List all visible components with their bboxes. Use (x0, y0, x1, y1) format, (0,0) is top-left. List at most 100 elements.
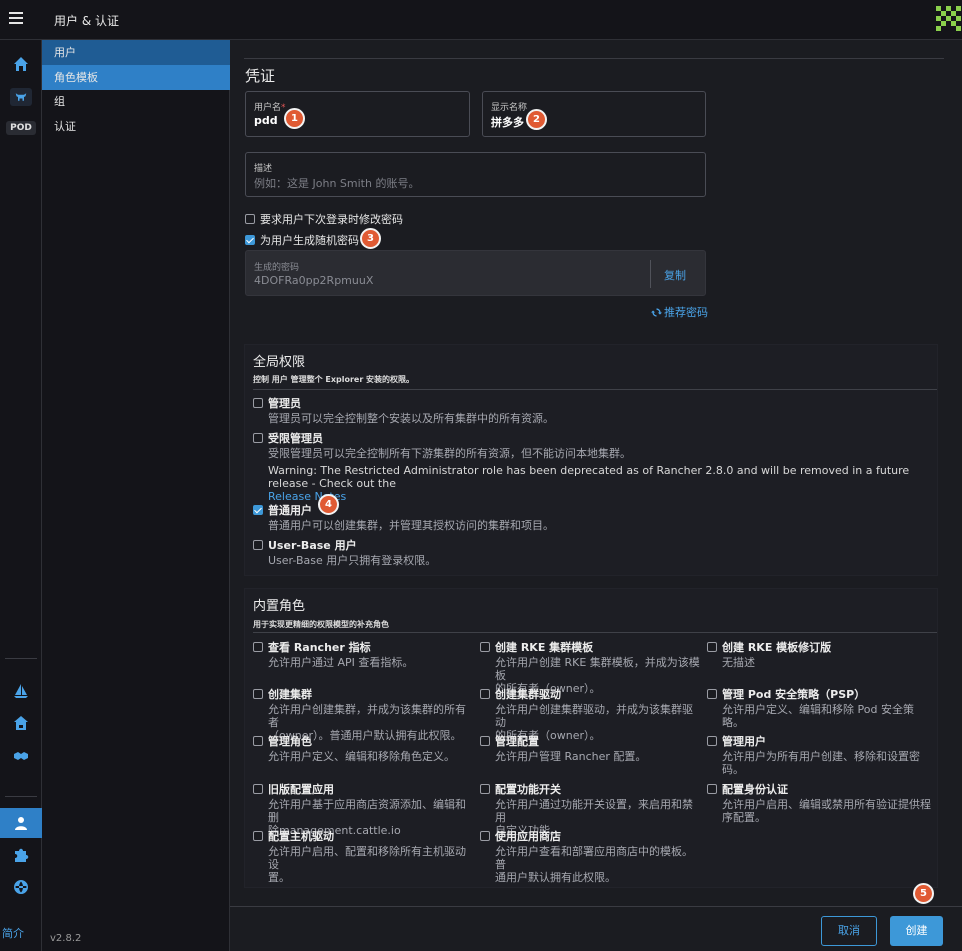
home-icon[interactable] (0, 51, 42, 77)
role-view-metrics[interactable]: 查看 Rancher 指标 允许用户通过 API 查看指标。 (253, 639, 473, 669)
role-manage-roles[interactable]: 管理角色 允许用户定义、编辑和移除角色定义。 (253, 733, 473, 763)
version-label: v2.8.2 (50, 933, 82, 944)
checkbox-box[interactable] (707, 642, 717, 652)
global-perm-user-base[interactable]: User-Base 用户 User-Base 用户只拥有登录权限。 (253, 537, 933, 567)
global-perm-standard-user[interactable]: 普通用户 普通用户可以创建集群，并管理其授权访问的集群和项目。 (253, 502, 933, 532)
checkbox-box[interactable] (480, 831, 490, 841)
divider (253, 389, 937, 390)
option-name: 普通用户 (268, 504, 312, 517)
extensions-puzzle-icon[interactable] (0, 842, 42, 868)
option-desc: 允许用户创建集群驱动，并成为该集群驱动 (495, 703, 693, 729)
checkbox-box[interactable] (480, 642, 490, 652)
option-name: 创建集群驱动 (495, 688, 561, 701)
option-desc: 允许用户通过功能开关设置，来启用和禁用 (495, 798, 693, 824)
checkbox-box[interactable] (707, 736, 717, 746)
subnav-item-role-templates[interactable]: 角色模板 (42, 65, 230, 90)
step-marker-3: 3 (360, 228, 381, 249)
global-settings-icon[interactable] (0, 874, 42, 900)
checkbox-box[interactable] (245, 235, 255, 245)
fleet-sailboat-icon[interactable] (0, 678, 42, 704)
rail-divider (5, 658, 37, 659)
option-name: 管理员 (268, 397, 301, 410)
role-manage-settings[interactable]: 管理配置 允许用户管理 Rancher 配置。 (480, 733, 700, 763)
option-desc: 无描述 (722, 656, 755, 669)
checkbox-box[interactable] (245, 214, 255, 224)
checkbox-box[interactable] (253, 642, 263, 652)
role-manage-psp[interactable]: 管理 Pod 安全策略（PSP） 允许用户定义、编辑和移除 Pod 安全策略。 (707, 686, 932, 729)
role-manage-users[interactable]: 管理用户 允许用户为所有用户创建、移除和设置密 码。 (707, 733, 932, 776)
pod-cluster-icon[interactable]: POD (0, 115, 42, 141)
virtualization-icon[interactable] (0, 743, 42, 769)
option-desc: 通用户默认拥有此权限。 (495, 871, 616, 884)
option-desc: 允许用户查看和部署应用商店中的模板。普 (495, 845, 693, 871)
create-button[interactable]: 创建 (890, 916, 943, 946)
option-desc: 允许用户基于应用商店资源添加、编辑和删 (268, 798, 466, 824)
checkbox-box[interactable] (253, 398, 263, 408)
option-desc: 允许用户启用、配置和移除所有主机驱动设 (268, 845, 466, 871)
about-link[interactable]: 简介 (2, 925, 24, 941)
checkbox-box[interactable] (707, 784, 717, 794)
step-marker-5: 5 (913, 883, 934, 904)
option-name: 管理配置 (495, 735, 539, 748)
display-name-value: 拼多多 (491, 116, 524, 129)
checkbox-box[interactable] (253, 689, 263, 699)
checkbox-label: 要求用户下次登录时修改密码 (260, 213, 403, 226)
checkbox-box[interactable] (253, 433, 263, 443)
option-desc: 允许用户启用、编辑或禁用所有验证提供程 (722, 798, 931, 811)
global-perm-restricted-admin[interactable]: 受限管理员 受限管理员可以完全控制所有下游集群的所有资源，但不能访问本地集群。 … (253, 430, 933, 503)
checkbox-box[interactable] (253, 736, 263, 746)
option-desc: 允许用户管理 Rancher 配置。 (495, 750, 647, 763)
option-desc: 允许用户通过 API 查看指标。 (268, 656, 414, 669)
subnav-item-groups[interactable]: 组 (42, 89, 230, 114)
option-desc: 允许用户为所有用户创建、移除和设置密 (722, 750, 920, 763)
option-name: User-Base 用户 (268, 539, 357, 552)
hamburger-menu-icon[interactable] (9, 12, 23, 24)
builtin-roles-panel: 内置角色 用于实现更精细的权限模型的补充角色 查看 Rancher 指标 允许用… (244, 588, 938, 888)
checkbox-box[interactable] (253, 831, 263, 841)
icon-rail: POD 简介 (0, 40, 42, 951)
checkbox-box[interactable] (480, 689, 490, 699)
checkbox-box[interactable] (253, 540, 263, 550)
rail-divider (5, 796, 37, 797)
role-configure-auth[interactable]: 配置身份认证 允许用户启用、编辑或禁用所有验证提供程 序配置。 (707, 781, 932, 824)
role-create-rke-template-revision[interactable]: 创建 RKE 模板修订版 无描述 (707, 639, 932, 669)
username-field[interactable]: 用户名* pdd (245, 91, 470, 137)
global-permissions-subtitle: 控制 用户 管理整个 Explorer 安装的权限。 (253, 375, 415, 384)
option-desc: 置。 (268, 871, 290, 884)
checkbox-box[interactable] (480, 736, 490, 746)
user-avatar[interactable] (936, 6, 962, 34)
regenerate-label: 推荐密码 (664, 306, 708, 319)
subnav-item-auth[interactable]: 认证 (42, 114, 230, 139)
divider (650, 260, 651, 288)
role-use-catalogs[interactable]: 使用应用商店 允许用户查看和部署应用商店中的模板。普 通用户默认拥有此权限。 (480, 828, 700, 884)
generated-password-box: 生成的密码 4DOFRa0pp2RpmuuX 复制 (245, 250, 706, 296)
cancel-button[interactable]: 取消 (821, 916, 877, 946)
display-name-field[interactable]: 显示名称 拼多多 (482, 91, 706, 137)
generate-password-checkbox[interactable]: 为用户生成随机密码 (245, 232, 359, 248)
sub-navigation: 用户 角色模板 组 认证 v2.8.2 (42, 40, 230, 951)
builtin-roles-subtitle: 用于实现更精细的权限模型的补充角色 (253, 620, 389, 629)
option-name: 创建 RKE 模板修订版 (722, 641, 832, 654)
role-node-drivers[interactable]: 配置主机驱动 允许用户启用、配置和移除所有主机驱动设 置。 (253, 828, 473, 884)
option-name: 创建 RKE 集群模板 (495, 641, 594, 654)
checkbox-label: 为用户生成随机密码 (260, 234, 359, 247)
users-auth-icon[interactable] (0, 808, 42, 838)
local-cluster-icon[interactable] (0, 84, 42, 110)
option-name: 配置身份认证 (722, 783, 788, 796)
checkbox-box[interactable] (253, 505, 263, 515)
regenerate-password-button[interactable]: 推荐密码 (651, 304, 708, 320)
checkbox-box[interactable] (253, 784, 263, 794)
global-perm-admin[interactable]: 管理员 管理员可以完全控制整个安装以及所有集群中的所有资源。 (253, 395, 933, 425)
credentials-title: 凭证 (245, 67, 276, 85)
checkbox-box[interactable] (707, 689, 717, 699)
cluster-management-icon[interactable] (0, 710, 42, 736)
checkbox-box[interactable] (480, 784, 490, 794)
require-password-change-checkbox[interactable]: 要求用户下次登录时修改密码 (245, 211, 403, 227)
description-field[interactable]: 描述 例如：这是 John Smith 的账号。 (245, 152, 706, 197)
option-name: 管理用户 (722, 735, 766, 748)
option-name: 旧版配置应用 (268, 783, 334, 796)
subnav-item-users[interactable]: 用户 (42, 40, 230, 65)
username-value: pdd (254, 114, 278, 127)
copy-button[interactable]: 复制 (664, 267, 686, 283)
option-desc: 允许用户创建 RKE 集群模板，并成为该模板 (495, 656, 700, 682)
